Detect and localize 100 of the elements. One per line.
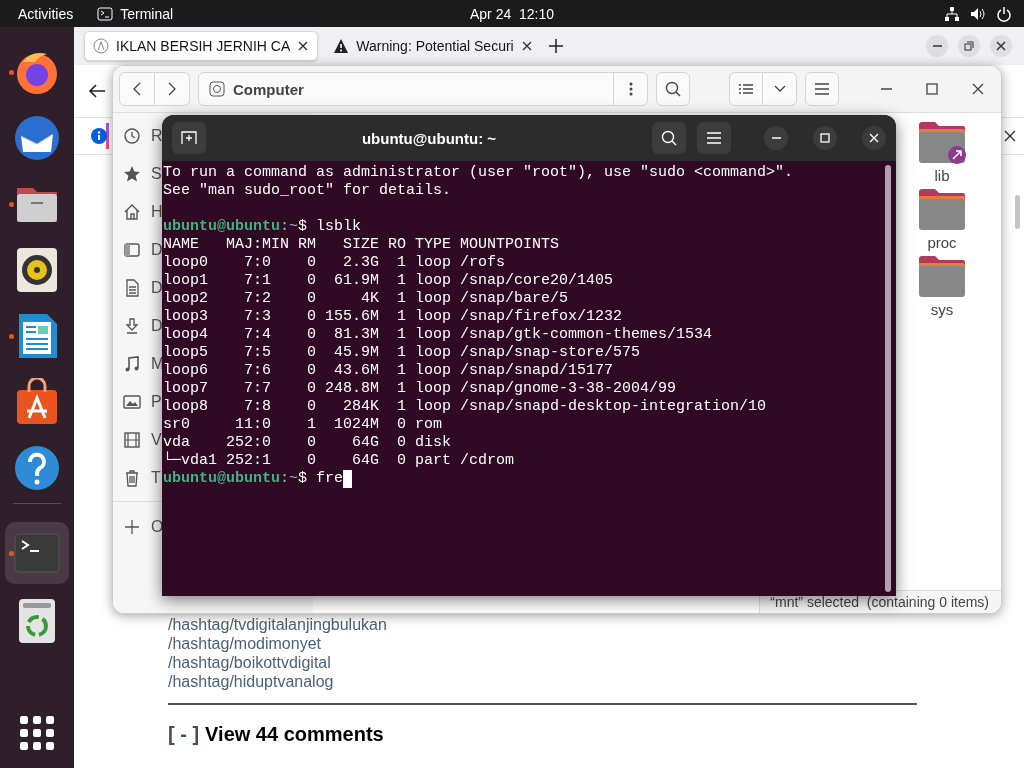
activities-button[interactable]: Activities	[18, 5, 74, 22]
sidebar-item[interactable]: P	[151, 393, 162, 411]
terminal-line: sr0 11:0 1 1024M 0 rom	[163, 416, 443, 434]
download-icon[interactable]	[123, 317, 141, 335]
minimize-icon	[771, 137, 781, 139]
window-title: ubuntu@ubuntu: ~	[361, 129, 497, 147]
star-icon[interactable]	[123, 165, 141, 183]
search-icon	[665, 81, 681, 97]
browser-tab[interactable]: IKLAN BERSIH JERNIH CA	[84, 31, 319, 61]
terminal-line: loop2 7:2 0 4K 1 loop /snap/bare/5	[163, 290, 569, 308]
close-icon[interactable]	[1004, 130, 1016, 142]
folder-icon[interactable]	[917, 255, 967, 299]
terminal-line: To run a command as administrator (user "root"), use "sudo <command>".	[163, 164, 794, 182]
browser-tab[interactable]: Warning: Potential Securi	[324, 31, 542, 61]
minimize-button[interactable]	[926, 35, 948, 57]
new-tab-icon[interactable]	[547, 38, 564, 54]
chevron-down-icon	[773, 85, 786, 93]
restore-button[interactable]	[958, 35, 980, 57]
document-icon[interactable]	[123, 279, 141, 297]
chevron-right-icon	[168, 82, 176, 96]
menu-button[interactable]	[697, 122, 731, 154]
hashtag-link[interactable]: /hashtag/modimonyet	[168, 634, 321, 653]
close-icon	[869, 133, 879, 143]
terminal-line: loop8 7:8 0 284K 1 loop /snap/snapd-desktop-integration/10	[163, 398, 767, 416]
minimize-button[interactable]	[764, 126, 788, 150]
close-icon	[996, 41, 1006, 51]
list-icon	[739, 83, 753, 95]
new-tab-button[interactable]	[172, 122, 206, 154]
chevron-left-icon	[133, 82, 141, 96]
back-arrow-icon[interactable]	[88, 83, 106, 99]
hashtag-link[interactable]: /hashtag/hiduptvanalog	[168, 672, 334, 691]
network-icon[interactable]	[944, 5, 960, 22]
folder-name[interactable]: proc	[927, 234, 957, 251]
home-icon[interactable]	[123, 203, 141, 221]
terminal-line: └─vda1 252:1 0 64G 0 part /cdrom	[163, 452, 515, 470]
clock-icon[interactable]	[123, 127, 141, 145]
minimize-icon	[932, 45, 942, 47]
help-icon	[13, 444, 61, 492]
menu-icon	[815, 83, 829, 95]
maximize-icon	[820, 133, 830, 143]
search-icon	[661, 130, 677, 146]
prompt-line: ubuntu@ubuntu:~$ lsblk	[163, 218, 362, 236]
music-note-icon[interactable]	[123, 355, 141, 373]
comments-heading[interactable]: View 44 comments	[205, 723, 384, 746]
maximize-icon	[926, 83, 938, 95]
menu-button[interactable]	[805, 72, 839, 106]
sidebar-item[interactable]: D	[151, 317, 163, 335]
close-icon	[972, 83, 984, 95]
folder-name[interactable]: sys	[930, 301, 954, 318]
maximize-button[interactable]	[813, 126, 837, 150]
sidebar-item[interactable]: S	[151, 165, 162, 183]
terminal-line: loop6 7:6 0 43.6M 1 loop /snap/snapd/15177	[163, 362, 614, 380]
terminal-line: loop5 7:5 0 45.9M 1 loop /snap/snap-store/575	[163, 344, 641, 362]
close-icon[interactable]	[520, 40, 533, 52]
terminal-line: loop1 7:1 0 61.9M 1 loop /snap/core20/1405	[163, 272, 614, 290]
notification-accent	[106, 123, 109, 149]
close-button[interactable]	[862, 126, 886, 150]
envelope-globe-icon	[13, 114, 61, 162]
minimize-icon	[880, 88, 892, 90]
sidebar-item[interactable]: R	[151, 127, 163, 145]
app-menu[interactable]: Terminal	[120, 5, 174, 22]
desktop-icon[interactable]	[123, 241, 141, 259]
folder-icon[interactable]	[917, 121, 967, 165]
terminal-line: loop3 7:3 0 155.6M 1 loop /snap/firefox/1232	[163, 308, 623, 326]
clock[interactable]: Apr 24 12:10	[469, 5, 555, 22]
close-button[interactable]	[990, 35, 1012, 57]
terminal-line: loop0 7:0 0 2.3G 1 loop /rofs	[163, 254, 506, 272]
menu-icon	[707, 132, 721, 144]
sidebar-item[interactable]: H	[151, 203, 163, 221]
hashtag-link[interactable]: /hashtag/tvdigitalanjingbulukan	[168, 615, 387, 634]
running-indicator	[9, 202, 14, 207]
warning-icon	[333, 38, 350, 54]
search-button[interactable]	[652, 122, 686, 154]
restore-icon	[964, 41, 974, 51]
power-icon[interactable]	[996, 5, 1012, 22]
hashtag-link[interactable]: /hashtag/boikottvdigital	[168, 653, 331, 672]
close-icon[interactable]	[297, 40, 310, 52]
sidebar-item[interactable]: V	[151, 431, 162, 449]
sidebar-item[interactable]: T	[151, 469, 161, 487]
terminal-line: NAME MAJ:MIN RM SIZE RO TYPE MOUNTPOINTS	[163, 236, 560, 254]
sidebar-item[interactable]: D	[151, 279, 163, 297]
sidebar-item[interactable]: D	[151, 241, 163, 259]
folder-icon[interactable]	[917, 188, 967, 232]
favicon-icon	[93, 38, 109, 54]
terminal-icon	[97, 6, 114, 21]
folder-name[interactable]: lib	[934, 167, 950, 184]
terminal-line: vda 252:0 0 64G 0 disk	[163, 434, 452, 451]
plus-icon[interactable]	[123, 518, 141, 536]
trash-icon[interactable]	[123, 469, 141, 487]
picture-icon[interactable]	[123, 393, 141, 411]
list-view-button[interactable]	[729, 72, 763, 106]
film-icon[interactable]	[123, 431, 141, 449]
collapse-toggle[interactable]: [ - ]	[168, 723, 200, 746]
terminal-line: loop4 7:4 0 81.3M 1 loop /snap/gtk-common-themes/1534	[163, 326, 713, 344]
scrollbar[interactable]	[885, 165, 891, 592]
new-tab-icon	[181, 131, 197, 145]
scrollbar-thumb[interactable]	[1015, 195, 1020, 229]
app-grid-icon[interactable]	[20, 716, 54, 750]
search-button[interactable]	[656, 72, 690, 106]
location-bar[interactable]: Computer	[198, 72, 648, 106]
